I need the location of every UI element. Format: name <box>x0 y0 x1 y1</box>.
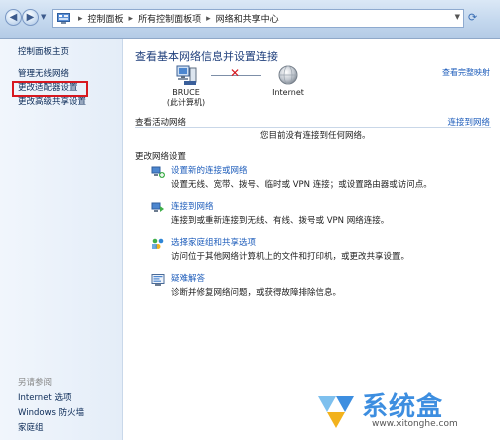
back-button[interactable]: ◀ <box>5 9 22 26</box>
sidebar-home-link[interactable]: 控制面板主页 <box>18 45 69 57</box>
watermark: 系统盒 www.xitonghe.com <box>314 386 494 434</box>
network-setup-icon <box>151 165 165 179</box>
page-title: 查看基本网络信息并设置连接 <box>135 50 278 63</box>
forward-button[interactable]: ▶ <box>22 9 39 26</box>
forward-arrow-icon: ▶ <box>26 12 35 23</box>
control-panel-icon <box>57 13 70 24</box>
this-computer-node[interactable]: BRUCE (此计算机) <box>163 64 209 108</box>
watermark-brand: 系统盒 <box>362 392 444 422</box>
see-also-homegroup[interactable]: 家庭组 <box>18 421 44 433</box>
breadcrumb-separator-icon[interactable]: ▸ <box>129 14 134 24</box>
globe-icon <box>278 65 298 85</box>
homegroup-desc: 访问位于其他网络计算机上的文件和打印机，或更改共享设置。 <box>171 252 410 262</box>
sidebar-item-manage-wireless[interactable]: 管理无线网络 <box>18 67 69 79</box>
history-dropdown-icon[interactable]: ▼ <box>41 13 46 21</box>
breadcrumb-network-center[interactable]: 网络和共享中心 <box>216 12 279 25</box>
computer-icon <box>176 65 197 85</box>
breadcrumb-control-panel[interactable]: 控制面板 <box>88 12 124 25</box>
see-full-map-link[interactable]: 查看完整映射 <box>442 67 490 78</box>
breadcrumb-separator-icon[interactable]: ▸ <box>206 14 211 24</box>
setup-connection-link[interactable]: 设置新的连接或网络 <box>171 164 248 176</box>
main-content: 查看基本网络信息并设置连接 查看完整映射 BRUCE (此计算机) ✕ Inte… <box>123 39 500 440</box>
setup-connection-desc: 设置无线、宽带、拨号、临时或 VPN 连接；或设置路由器或访问点。 <box>171 180 432 190</box>
connect-network-desc: 连接到或重新连接到无线、有线、拨号或 VPN 网络连接。 <box>171 216 390 226</box>
see-also-heading: 另请参阅 <box>18 378 53 388</box>
see-also-internet-options[interactable]: Internet 选项 <box>18 391 71 403</box>
highlight-annotation-box <box>12 81 88 97</box>
computer-subtitle: (此计算机) <box>166 98 206 107</box>
troubleshoot-link[interactable]: 疑难解答 <box>171 272 205 284</box>
internet-node[interactable]: Internet <box>263 64 313 97</box>
watermark-url: www.xitonghe.com <box>372 419 458 429</box>
troubleshoot-desc: 诊断并修复网络问题，或获得故障排除信息。 <box>171 288 342 298</box>
address-toolbar: ◀ ▶ ▼ ▸ 控制面板 ▸ 所有控制面板项 ▸ 网络和共享中心 ▼ ⟳ <box>0 0 500 39</box>
no-connection-status: 您目前没有连接到任何网络。 <box>260 131 371 141</box>
homegroup-icon <box>151 237 165 251</box>
change-settings-heading: 更改网络设置 <box>135 152 187 162</box>
address-dropdown-icon[interactable]: ▼ <box>455 13 460 21</box>
troubleshoot-icon <box>151 273 165 287</box>
back-arrow-icon: ◀ <box>9 12 18 23</box>
task-pane: 控制面板主页 管理无线网络 更改适配器设置 更改高级共享设置 另请参阅 Inte… <box>0 39 123 440</box>
breadcrumb-all-items[interactable]: 所有控制面板项 <box>138 12 201 25</box>
disconnected-x-icon: ✕ <box>230 66 241 80</box>
homegroup-link[interactable]: 选择家庭组和共享选项 <box>171 236 256 248</box>
internet-label: Internet <box>272 88 304 97</box>
breadcrumb-separator-icon[interactable]: ▸ <box>78 14 83 24</box>
see-also-windows-firewall[interactable]: Windows 防火墙 <box>18 406 84 418</box>
divider <box>135 127 491 128</box>
connect-network-icon <box>151 201 165 215</box>
address-bar[interactable]: ▸ 控制面板 ▸ 所有控制面板项 ▸ 网络和共享中心 ▼ <box>52 9 464 28</box>
watermark-logo-icon <box>318 396 354 428</box>
connect-network-link[interactable]: 连接到网络 <box>171 200 214 212</box>
computer-name: BRUCE <box>172 88 200 97</box>
refresh-icon[interactable]: ⟳ <box>468 11 477 24</box>
